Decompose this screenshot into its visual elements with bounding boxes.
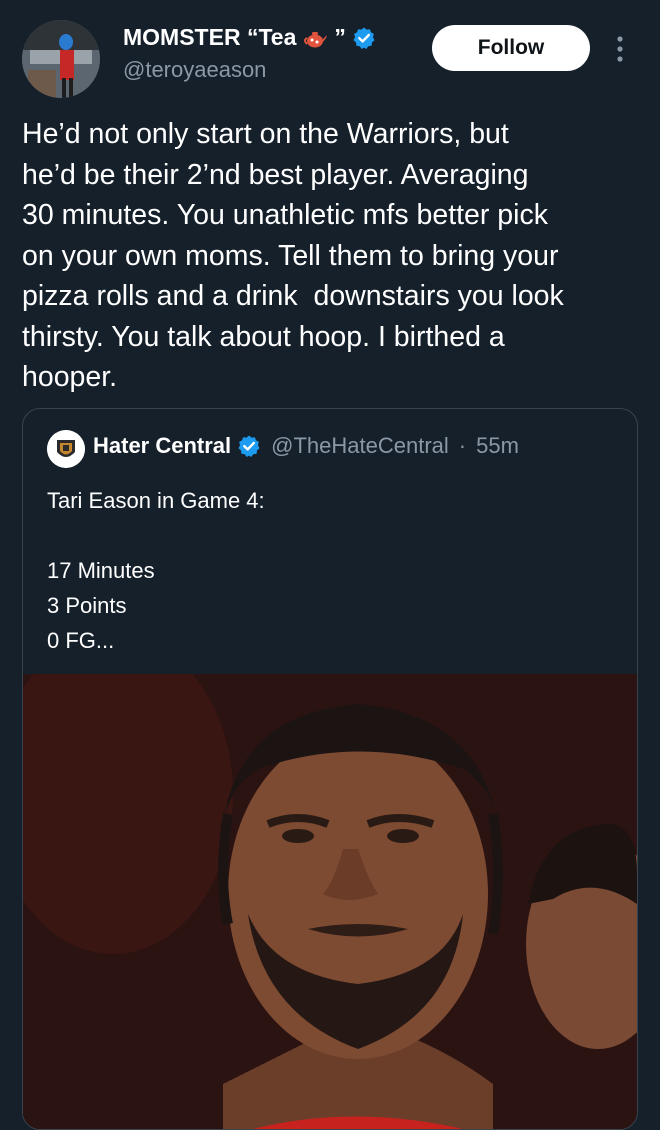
quote-tweet-card[interactable]: Hater Central @TheHateCentral · 55m Tari… [22, 408, 638, 1130]
author-name-row[interactable]: MOMSTER “Tea ” [123, 24, 376, 51]
quote-author-avatar[interactable] [47, 430, 85, 468]
author-avatar[interactable] [22, 20, 100, 98]
quote-timestamp[interactable]: 55m [476, 433, 519, 459]
quote-media-image[interactable] [23, 674, 637, 1129]
quote-text: Tari Eason in Game 4: 17 Minutes 3 Point… [47, 488, 265, 653]
avatar-image [22, 20, 100, 98]
quote-verified-badge-icon [238, 435, 260, 457]
quote-separator: · [458, 433, 467, 458]
quote-author-handle[interactable]: @TheHateCentral [271, 433, 449, 459]
quote-author-name[interactable]: Hater Central [93, 433, 231, 459]
quote-avatar-logo [47, 430, 85, 468]
author-display-name[interactable]: MOMSTER “Tea [123, 24, 296, 51]
more-options-icon[interactable] [614, 34, 626, 64]
author-handle[interactable]: @teroyaeason [123, 57, 266, 83]
tweet-text: He’d not only start on the Warriors, but… [22, 118, 564, 393]
follow-button[interactable]: Follow [432, 25, 590, 71]
verified-badge-icon [353, 27, 375, 49]
quote-header: Hater Central @TheHateCentral · 55m [93, 433, 519, 459]
teapot-emoji-icon [304, 31, 328, 47]
tweet-header: MOMSTER “Tea ” @teroyaeason Follow [0, 0, 660, 100]
author-display-name-suffix: ” [334, 24, 346, 50]
